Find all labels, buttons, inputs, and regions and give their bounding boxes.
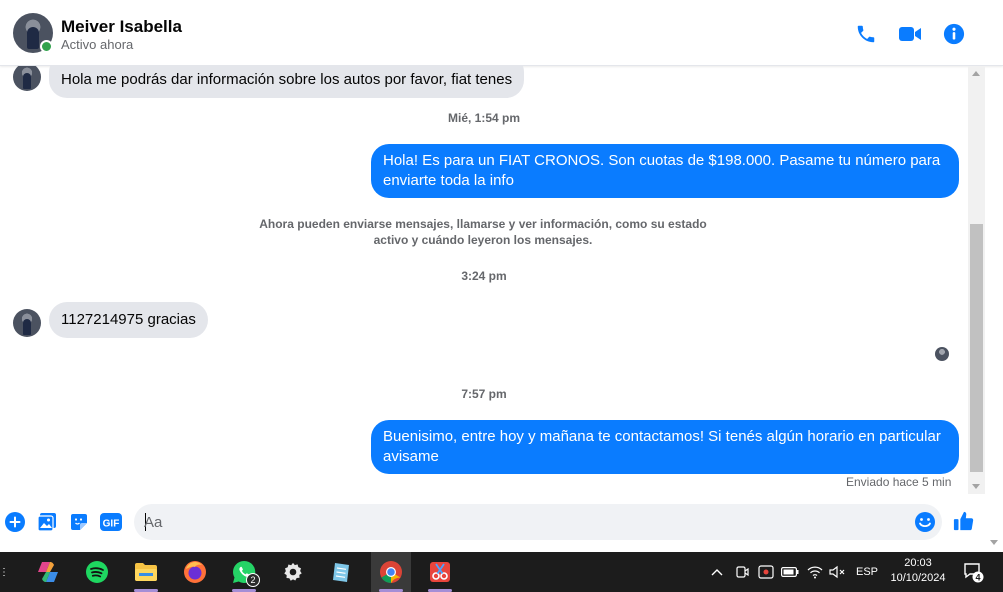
message-input-container[interactable] xyxy=(134,504,942,540)
message-line: Buenisimo, entre hoy y mañana te contact… xyxy=(383,428,941,445)
scroll-thumb[interactable] xyxy=(970,224,983,472)
contact-message-avatar[interactable] xyxy=(13,66,41,91)
chevron-up-icon[interactable] xyxy=(708,552,726,592)
clock-time: 20:03 xyxy=(904,557,932,569)
contact-message-avatar[interactable] xyxy=(13,309,41,337)
chrome-icon[interactable] xyxy=(371,552,411,592)
incoming-message[interactable]: 1127214975 gracias xyxy=(49,302,208,338)
notification-count: 4 xyxy=(975,573,980,583)
message-timestamp: 3:24 pm xyxy=(461,269,507,283)
emoji-icon[interactable] xyxy=(914,511,936,533)
outgoing-message[interactable]: Buenisimo, entre hoy y mañana te contact… xyxy=(371,420,959,474)
settings-icon[interactable] xyxy=(273,552,313,592)
input-language[interactable]: ESP xyxy=(852,552,882,592)
video-call-icon[interactable] xyxy=(898,22,922,46)
info-icon[interactable] xyxy=(942,22,966,46)
clock-date: 10/10/2024 xyxy=(890,572,946,584)
volume-muted-icon[interactable] xyxy=(827,552,847,592)
contact-name[interactable]: Meiver Isabella xyxy=(61,17,182,37)
outgoing-message[interactable]: Hola! Es para un FIAT CRONOS. Son cuotas… xyxy=(371,144,959,198)
windows-taskbar: ⋮ 2 ESP 20:03 10/10/2024 4 xyxy=(0,552,1003,592)
notepad-icon[interactable] xyxy=(322,552,362,592)
gif-icon[interactable]: GIF xyxy=(99,511,123,533)
chat-scrollbar[interactable] xyxy=(968,66,985,494)
message-line: avisame xyxy=(383,448,439,465)
scroll-down-arrow[interactable] xyxy=(972,484,980,489)
taskbar-overflow-dots[interactable]: ⋮ xyxy=(0,552,9,592)
message-line: enviarte toda la info xyxy=(383,172,514,189)
meet-now-icon[interactable] xyxy=(733,552,751,592)
message-composer: GIF xyxy=(0,494,1003,552)
message-timestamp: 7:57 pm xyxy=(461,387,507,401)
phone-icon[interactable] xyxy=(854,22,878,46)
seen-indicator-avatar xyxy=(935,347,949,361)
system-notice: Ahora pueden enviarse mensajes, llamarse… xyxy=(258,216,708,248)
online-status-dot xyxy=(40,40,53,53)
copilot-icon[interactable] xyxy=(28,552,68,592)
spotify-icon[interactable] xyxy=(77,552,117,592)
notification-center-icon[interactable]: 4 xyxy=(958,552,988,592)
snipping-tool-icon[interactable] xyxy=(420,552,460,592)
file-explorer-icon[interactable] xyxy=(126,552,166,592)
whatsapp-unread-badge: 2 xyxy=(246,573,260,587)
system-clock[interactable]: 20:03 10/10/2024 xyxy=(880,556,956,586)
screen-record-icon[interactable] xyxy=(756,552,776,592)
message-list[interactable]: Hola me podrás dar información sobre los… xyxy=(0,66,968,494)
photo-icon[interactable] xyxy=(36,511,58,533)
page-scroll-down-arrow[interactable] xyxy=(990,540,998,545)
incoming-message[interactable]: Hola me podrás dar información sobre los… xyxy=(49,66,525,98)
firefox-icon[interactable] xyxy=(175,552,215,592)
system-notice-line: Ahora pueden enviarse mensajes, llamarse… xyxy=(259,217,707,231)
system-notice-line: activo y cuándo leyeron los mensajes. xyxy=(373,233,593,247)
sticker-icon[interactable] xyxy=(68,511,90,533)
message-timestamp: Mié, 1:54 pm xyxy=(447,111,521,125)
contact-status: Activo ahora xyxy=(61,37,134,52)
gif-label: GIF xyxy=(103,519,120,530)
sent-status: Enviado hace 5 min xyxy=(846,475,952,489)
wifi-icon[interactable] xyxy=(805,552,825,592)
message-input[interactable] xyxy=(144,504,904,540)
whatsapp-icon[interactable]: 2 xyxy=(224,552,264,592)
scroll-up-arrow[interactable] xyxy=(972,71,980,76)
thumbs-up-icon[interactable] xyxy=(952,509,976,533)
plus-circle-icon[interactable] xyxy=(4,511,26,533)
chat-header: Meiver Isabella Activo ahora xyxy=(0,0,1003,66)
message-line: Hola! Es para un FIAT CRONOS. Son cuotas… xyxy=(383,152,941,169)
battery-icon[interactable] xyxy=(780,552,800,592)
